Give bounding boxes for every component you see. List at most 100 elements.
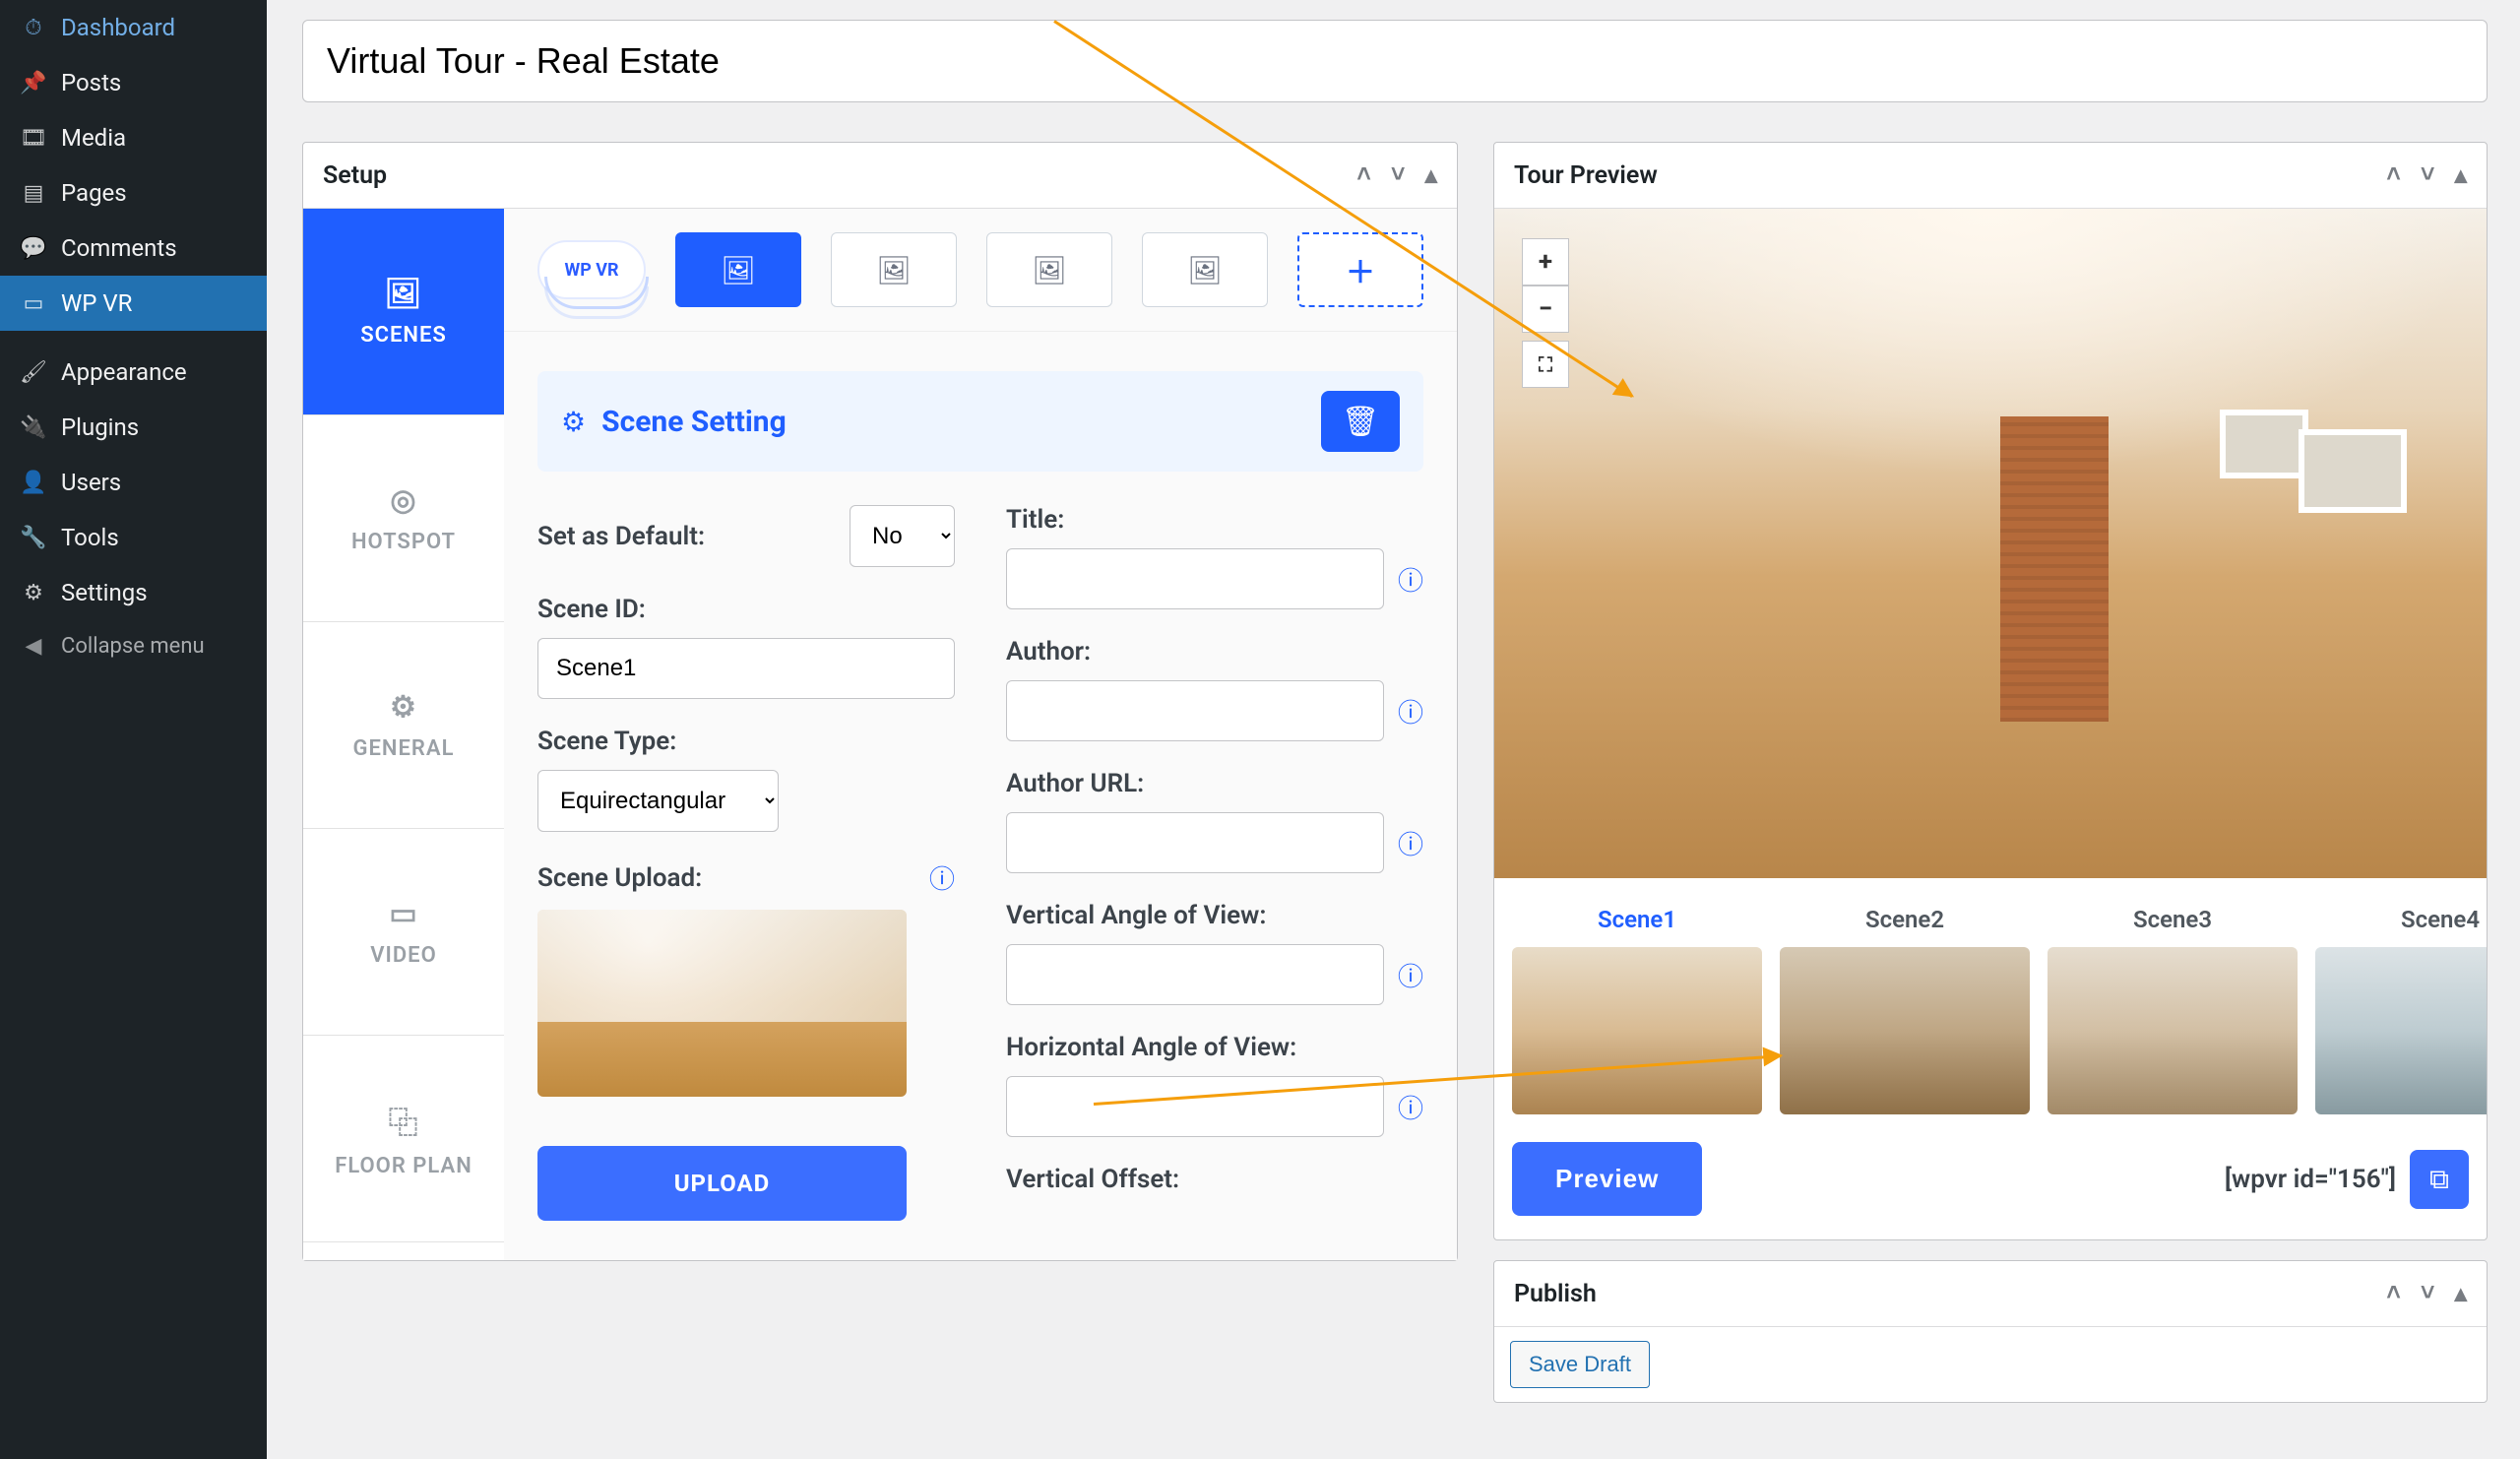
info-icon[interactable]: ⓘ [1398,693,1423,730]
tab-hotspot[interactable]: ◎HOTSPOT [303,415,504,622]
scene-id-label: Scene ID: [537,595,955,624]
nav-dashboard[interactable]: ⏱Dashboard [0,0,267,55]
info-icon[interactable]: ⓘ [1398,561,1423,598]
tab-general[interactable]: ⚙GENERAL [303,622,504,829]
info-icon[interactable]: ⓘ [929,859,955,896]
nav-media[interactable]: 🎞Media [0,110,267,165]
target-icon: ◎ [390,483,416,518]
tab-video[interactable]: ▭VIDEO [303,829,504,1036]
title-label: Title: [1006,505,1423,535]
wrench-icon: 🔧 [20,526,47,550]
gear-icon: ⚙ [390,690,417,725]
copy-shortcode-button[interactable]: ⧉ [2410,1150,2469,1209]
collapse-menu[interactable]: ◀Collapse menu [0,620,267,672]
nav-users[interactable]: 👤Users [0,455,267,510]
sliders-icon: ⚙ [20,581,47,605]
info-icon[interactable]: ⓘ [1398,1089,1423,1125]
set-default-select[interactable]: No [850,505,955,567]
scene-thumbnail-strip: Scene1 Scene2 Scene3 Scene4 [1494,878,2487,1142]
delete-scene-button[interactable]: 🗑 [1321,391,1400,452]
panorama-viewport[interactable]: + − ⛶ [1494,209,2487,878]
move-up-icon[interactable]: ˄ [2386,1279,2401,1308]
pages-icon: ▤ [20,181,47,206]
scene-type-select[interactable]: Equirectangular [537,770,779,832]
setup-title: Setup [323,161,1356,190]
toggle-panel-icon[interactable]: ▴ [2454,160,2467,190]
info-icon[interactable]: ⓘ [1398,825,1423,861]
plug-icon: 🔌 [20,415,47,440]
setup-sidebar: 🖼SCENES ◎HOTSPOT ⚙GENERAL ▭VIDEO ⿻FLOOR … [303,209,504,1260]
image-icon: 🖼 [384,277,422,311]
set-default-label: Set as Default: [537,522,705,551]
vaov-input[interactable] [1006,944,1384,1005]
author-input[interactable] [1006,680,1384,741]
nav-comments[interactable]: 💬Comments [0,221,267,276]
scene-tab-3[interactable]: 🖼 [986,232,1112,307]
map-icon: ⿻ [389,1099,419,1142]
preview-button[interactable]: Preview [1512,1142,1702,1216]
tab-floorplan[interactable]: ⿻FLOOR PLAN [303,1036,504,1242]
nav-plugins[interactable]: 🔌Plugins [0,400,267,455]
move-down-icon[interactable]: ˅ [2421,1279,2435,1308]
scene-upload-label: Scene Upload: [537,863,702,893]
zoom-in-button[interactable]: + [1522,238,1569,285]
scene-setting-title: Scene Setting [601,405,1305,439]
comments-icon: 💬 [20,236,47,261]
publish-box: Publish ˄ ˅ ▴ Save Draft [1493,1260,2488,1403]
publish-title: Publish [1514,1280,2386,1308]
scene-thumb-4[interactable]: Scene4 [2315,906,2487,1114]
shortcode-text: [wpvr id="156"] [2225,1165,2396,1194]
title-input[interactable] [1006,548,1384,609]
info-icon[interactable]: ⓘ [1398,957,1423,993]
haov-input[interactable] [1006,1076,1384,1137]
scene-upload-thumbnail[interactable] [537,910,907,1097]
nav-pages[interactable]: ▤Pages [0,165,267,221]
fullscreen-button[interactable]: ⛶ [1522,341,1569,388]
setup-box: Setup ˄ ˅ ▴ 🖼SCENES ◎HOTSPOT ⚙GENERAL ▭V [302,142,1458,1261]
gear-icon: ⚙ [561,406,586,438]
scene-thumb-3[interactable]: Scene3 [2048,906,2298,1114]
toggle-panel-icon[interactable]: ▴ [2454,1279,2467,1308]
scene-thumb-1[interactable]: Scene1 [1512,906,1762,1114]
author-label: Author: [1006,637,1423,666]
tour-preview-box: Tour Preview ˄ ˅ ▴ + − [1493,142,2488,1240]
user-icon: 👤 [20,471,47,495]
scene-thumb-2[interactable]: Scene2 [1780,906,2030,1114]
video-icon: ▭ [389,897,417,931]
nav-tools[interactable]: 🔧Tools [0,510,267,565]
scene-id-input[interactable] [537,638,955,699]
haov-label: Horizontal Angle of View: [1006,1033,1423,1062]
move-down-icon[interactable]: ˅ [2421,160,2435,190]
voffset-label: Vertical Offset: [1006,1165,1423,1194]
move-down-icon[interactable]: ˅ [1391,160,1406,190]
zoom-out-button[interactable]: − [1522,285,1569,333]
move-up-icon[interactable]: ˄ [2386,160,2401,190]
brush-icon: 🖌 [20,360,47,385]
tab-scenes[interactable]: 🖼SCENES [303,209,504,415]
vaov-label: Vertical Angle of View: [1006,901,1423,930]
admin-sidebar: ⏱Dashboard 📌Posts 🎞Media ▤Pages 💬Comment… [0,0,267,1459]
upload-button[interactable]: UPLOAD [537,1146,907,1221]
move-up-icon[interactable]: ˄ [1356,160,1371,190]
nav-posts[interactable]: 📌Posts [0,55,267,110]
nav-settings[interactable]: ⚙Settings [0,565,267,620]
author-url-label: Author URL: [1006,769,1423,798]
toggle-panel-icon[interactable]: ▴ [1424,160,1437,190]
add-scene-button[interactable]: ＋ [1297,232,1423,307]
post-title-input[interactable] [302,20,2488,102]
scene-type-label: Scene Type: [537,727,955,756]
scene-tab-2[interactable]: 🖼 [831,232,957,307]
pin-icon: 📌 [20,71,47,95]
dashboard-icon: ⏱ [20,16,47,40]
nav-appearance[interactable]: 🖌Appearance [0,345,267,400]
scene-tab-4[interactable]: 🖼 [1142,232,1268,307]
scene-tab-1[interactable]: 🖼 [675,232,801,307]
collapse-icon: ◀ [20,634,47,659]
author-url-input[interactable] [1006,812,1384,873]
nav-wpvr[interactable]: ▭WP VR [0,276,267,331]
media-icon: 🎞 [20,126,47,151]
vr-icon: ▭ [20,291,47,316]
wpvr-logo: WP VR [537,240,646,299]
tour-preview-title: Tour Preview [1514,161,2386,190]
save-draft-button[interactable]: Save Draft [1510,1341,1650,1388]
